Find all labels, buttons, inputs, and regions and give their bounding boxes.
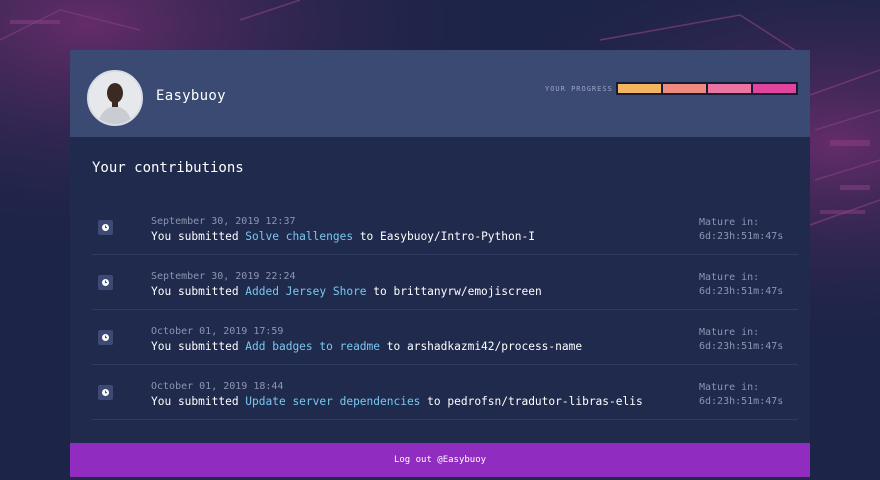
clock-icon [98, 330, 113, 345]
contribution-text: You submitted Add badges to readme to ar… [151, 340, 582, 353]
user-avatar [87, 70, 143, 126]
mature-label: Mature in: [699, 382, 760, 393]
pr-link[interactable]: Update server dependencies [245, 395, 420, 408]
repo-name: arshadkazmi42/process-name [406, 340, 583, 353]
contribution-text: You submitted Update server dependencies… [151, 395, 643, 408]
pr-link[interactable]: Solve challenges [245, 230, 353, 243]
contribution-row: September 30, 2019 22:24 You submitted A… [92, 255, 798, 310]
contribution-date: September 30, 2019 22:24 [151, 271, 296, 282]
contribution-row: October 01, 2019 18:44 You submitted Upd… [92, 365, 798, 420]
profile-header: Easybuoy YOUR PROGRESS [70, 50, 810, 137]
progress-bar [616, 82, 798, 95]
pr-link[interactable]: Added Jersey Shore [245, 285, 366, 298]
mature-info: Mature in: 6d:23h:51m:47s [699, 271, 783, 299]
progress-label: YOUR PROGRESS [545, 85, 613, 93]
contribution-date: September 30, 2019 12:37 [151, 216, 296, 227]
submit-prefix: You submitted [151, 285, 246, 298]
contribution-date: October 01, 2019 18:44 [151, 381, 284, 392]
mature-label: Mature in: [699, 217, 760, 228]
submit-middle: to [380, 340, 407, 353]
clock-icon [98, 220, 113, 235]
mature-time: 6d:23h:51m:47s [699, 286, 784, 297]
submit-prefix: You submitted [151, 340, 246, 353]
contribution-row: October 01, 2019 17:59 You submitted Add… [92, 310, 798, 365]
clock-icon [98, 385, 113, 400]
username: Easybuoy [156, 88, 226, 104]
contribution-text: You submitted Solve challenges to Easybu… [151, 230, 535, 243]
contributions-card: Easybuoy YOUR PROGRESS Your contribution… [70, 50, 810, 480]
progress-segment [708, 84, 751, 93]
pr-link[interactable]: Add badges to readme [245, 340, 380, 353]
contribution-row: September 30, 2019 12:37 You submitted S… [92, 200, 798, 255]
mature-info: Mature in: 6d:23h:51m:47s [699, 216, 783, 244]
repo-name: pedrofsn/tradutor-libras-elis [447, 395, 643, 408]
submit-middle: to [420, 395, 448, 408]
mature-label: Mature in: [699, 327, 760, 338]
submit-prefix: You submitted [151, 230, 246, 243]
progress-segment [663, 84, 706, 93]
section-title: Your contributions [92, 160, 244, 176]
repo-name: brittanyrw/emojiscreen [393, 285, 542, 298]
contribution-text: You submitted Added Jersey Shore to brit… [151, 285, 542, 298]
mature-info: Mature in: 6d:23h:51m:47s [699, 326, 783, 354]
mature-time: 6d:23h:51m:47s [699, 341, 784, 352]
clock-icon [98, 275, 113, 290]
mature-label: Mature in: [699, 272, 760, 283]
submit-middle: to [353, 230, 381, 243]
contributions-list: September 30, 2019 12:37 You submitted S… [92, 200, 798, 420]
submit-prefix: You submitted [151, 395, 246, 408]
logout-button[interactable]: Log out @Easybuoy [70, 443, 810, 477]
progress-segment [753, 84, 796, 93]
mature-time: 6d:23h:51m:47s [699, 231, 784, 242]
contribution-date: October 01, 2019 17:59 [151, 326, 284, 337]
mature-time: 6d:23h:51m:47s [699, 396, 784, 407]
submit-middle: to [366, 285, 394, 298]
progress-segment [618, 84, 661, 93]
repo-name: Easybuoy/Intro-Python-I [380, 230, 535, 243]
mature-info: Mature in: 6d:23h:51m:47s [699, 381, 783, 409]
